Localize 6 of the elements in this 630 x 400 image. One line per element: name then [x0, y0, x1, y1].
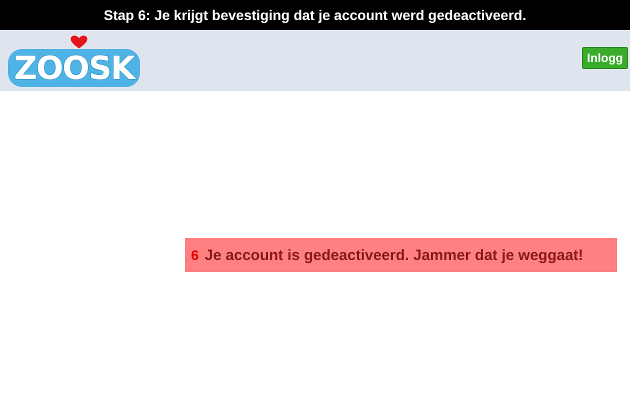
heart-icon: [70, 34, 88, 48]
step-number: 6: [191, 247, 199, 263]
logo-text: ZOOSK: [8, 48, 140, 86]
caption-title: Stap 6: Je krijgt bevestiging dat je account werd gedeactiveerd.: [104, 7, 526, 23]
login-button[interactable]: Inlogg: [582, 46, 628, 68]
message-text: Je account is gedeactiveerd. Jammer dat je weggaat!: [204, 246, 584, 264]
